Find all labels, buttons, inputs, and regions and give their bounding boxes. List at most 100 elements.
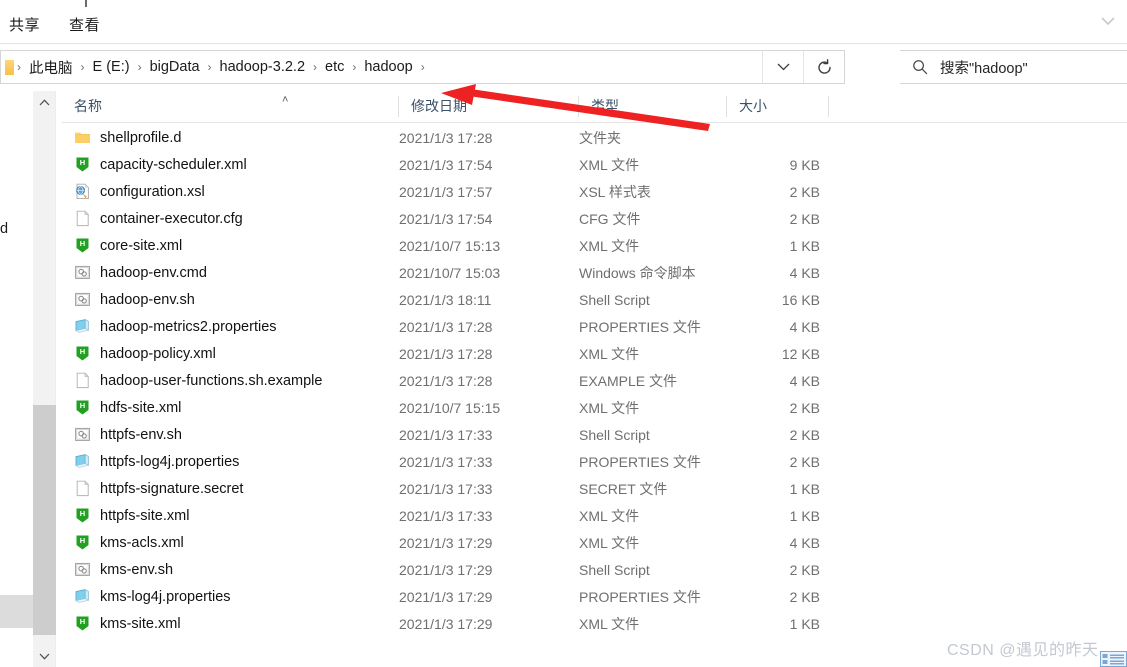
file-name-cell[interactable]: httpfs-env.sh <box>62 426 399 443</box>
file-row[interactable]: Hcore-site.xml 2021/10/7 15:13 XML 文件 1 KB <box>62 232 1127 259</box>
file-list[interactable]: shellprofile.d 2021/1/3 17:28 文件夹 Hcapacity… <box>62 124 1127 667</box>
history-dropdown-button[interactable] <box>763 51 803 83</box>
file-size-cell: 2 KB <box>789 561 820 578</box>
column-header-date-modified[interactable]: 修改日期 <box>399 91 579 122</box>
file-row[interactable]: hadoop-user-functions.sh.example 2021/1/3… <box>62 367 1127 394</box>
breadcrumb-this-pc[interactable]: 此电脑 <box>24 57 78 78</box>
navigation-pane-item-label[interactable]: d <box>0 221 8 237</box>
tab-share[interactable]: 共享 <box>9 14 40 35</box>
svg-text:H: H <box>80 536 85 545</box>
file-row[interactable]: hadoop-env.cmd 2021/10/7 15:03 Windows 命令脚… <box>62 259 1127 286</box>
file-name-label: httpfs-log4j.properties <box>100 453 240 470</box>
file-name-cell[interactable]: Hhadoop-policy.xml <box>62 345 399 362</box>
breadcrumb-hadoop[interactable]: hadoop <box>359 59 417 75</box>
file-name-cell[interactable]: httpfs-log4j.properties <box>62 453 399 470</box>
chevron-down-icon[interactable] <box>1097 12 1119 32</box>
file-type-cell: Shell Script <box>579 291 650 308</box>
file-row[interactable]: Hcapacity-scheduler.xml 2021/1/3 17:54 XML… <box>62 151 1127 178</box>
file-type-cell: XML 文件 <box>579 345 640 362</box>
file-name-cell[interactable]: hadoop-metrics2.properties <box>62 318 399 335</box>
file-row[interactable]: kms-env.sh 2021/1/3 17:29 Shell Script 2 KB <box>62 556 1127 583</box>
refresh-button[interactable] <box>804 51 844 83</box>
file-type-cell: PROPERTIES 文件 <box>579 453 701 470</box>
file-row[interactable]: Hkms-acls.xml 2021/1/3 17:29 XML 文件 4 KB <box>62 529 1127 556</box>
column-header-name[interactable]: 名称 ˄ <box>62 91 399 122</box>
file-name-cell[interactable]: kms-env.sh <box>62 561 399 578</box>
svg-text:H: H <box>80 617 85 626</box>
breadcrumb-separator: › <box>313 60 318 74</box>
svg-text:H: H <box>80 509 85 518</box>
properties-icon <box>74 453 91 470</box>
file-name-cell[interactable]: Hhttpfs-site.xml <box>62 507 399 524</box>
file-name-cell[interactable]: Hkms-acls.xml <box>62 534 399 551</box>
scrollbar-thumb[interactable] <box>33 405 56 635</box>
file-row[interactable]: Hhttpfs-site.xml 2021/1/3 17:33 XML 文件 1 KB <box>62 502 1127 529</box>
file-row[interactable]: Hkms-site.xml 2021/1/3 17:29 XML 文件 1 KB <box>62 610 1127 637</box>
file-name-cell[interactable]: Hcore-site.xml <box>62 237 399 254</box>
file-date-cell: 2021/1/3 18:11 <box>399 291 492 308</box>
file-row[interactable]: httpfs-log4j.properties 2021/1/3 17:33 PRO… <box>62 448 1127 475</box>
tab-view[interactable]: 查看 <box>69 14 100 35</box>
file-row[interactable]: httpfs-env.sh 2021/1/3 17:33 Shell Script 2… <box>62 421 1127 448</box>
file-name-cell[interactable]: Hhdfs-site.xml <box>62 399 399 416</box>
script-icon <box>74 291 91 308</box>
file-name-label: hadoop-metrics2.properties <box>100 318 277 335</box>
blank-document-icon <box>74 210 91 227</box>
file-date-cell: 2021/1/3 17:29 <box>399 588 493 605</box>
file-name-label: httpfs-site.xml <box>100 507 190 524</box>
file-name-cell[interactable]: container-executor.cfg <box>62 210 399 227</box>
address-bar[interactable]: › 此电脑 › E (E:) › bigData › hadoop-3.2.2 … <box>0 50 845 84</box>
file-name-cell[interactable]: shellprofile.d <box>62 129 399 146</box>
file-name-label: core-site.xml <box>100 237 183 254</box>
file-row[interactable]: Hhdfs-site.xml 2021/10/7 15:15 XML 文件 2 KB <box>62 394 1127 421</box>
file-date-cell: 2021/1/3 17:29 <box>399 534 493 551</box>
file-name-cell[interactable]: hadoop-env.cmd <box>62 264 399 281</box>
details-view-button[interactable] <box>1100 651 1127 667</box>
file-name-cell[interactable]: configuration.xsl <box>62 183 399 200</box>
sort-ascending-icon: ˄ <box>282 94 289 106</box>
script-icon <box>74 264 91 281</box>
scroll-down-arrow-icon[interactable] <box>33 645 56 667</box>
file-row[interactable]: kms-log4j.properties 2021/1/3 17:29 PROPER… <box>62 583 1127 610</box>
file-row[interactable]: Hhadoop-policy.xml 2021/1/3 17:28 XML 文件 12… <box>62 340 1127 367</box>
file-row[interactable]: configuration.xsl 2021/1/3 17:57 XSL 样式表 2 … <box>62 178 1127 205</box>
file-name-label: kms-env.sh <box>100 561 174 578</box>
breadcrumb-separator: › <box>80 60 85 74</box>
file-date-cell: 2021/1/3 17:29 <box>399 615 493 632</box>
breadcrumb-hadoop-322[interactable]: hadoop-3.2.2 <box>215 59 310 75</box>
folder-icon <box>5 59 14 75</box>
svg-text:H: H <box>80 401 85 410</box>
vertical-scrollbar[interactable] <box>33 91 56 667</box>
breadcrumb-bigdata[interactable]: bigData <box>145 59 205 75</box>
search-box[interactable]: 搜索"hadoop" <box>900 50 1127 84</box>
script-icon <box>74 561 91 578</box>
scroll-up-arrow-icon[interactable] <box>33 91 56 113</box>
file-name-cell[interactable]: kms-log4j.properties <box>62 588 399 605</box>
file-type-cell: XML 文件 <box>579 399 640 416</box>
file-size-cell: 9 KB <box>789 156 820 173</box>
file-name-cell[interactable]: hadoop-user-functions.sh.example <box>62 372 399 389</box>
column-header-size[interactable]: 大小 <box>727 91 829 122</box>
file-type-cell: Shell Script <box>579 561 650 578</box>
breadcrumb-etc[interactable]: etc <box>320 59 349 75</box>
file-name-cell[interactable]: hadoop-env.sh <box>62 291 399 308</box>
file-name-cell[interactable]: Hcapacity-scheduler.xml <box>62 156 399 173</box>
search-input[interactable]: 搜索"hadoop" <box>940 57 1028 78</box>
file-size-cell: 2 KB <box>789 453 820 470</box>
file-row[interactable]: container-executor.cfg 2021/1/3 17:54 CFG … <box>62 205 1127 232</box>
file-name-label: container-executor.cfg <box>100 210 243 227</box>
file-row[interactable]: hadoop-env.sh 2021/1/3 18:11 Shell Script 1… <box>62 286 1127 313</box>
breadcrumb-drive-e[interactable]: E (E:) <box>88 59 135 75</box>
navigation-pane[interactable]: d <box>0 91 33 667</box>
file-type-cell: Windows 命令脚本 <box>579 264 696 281</box>
column-header-type[interactable]: 类型 <box>579 91 727 122</box>
file-row[interactable]: httpfs-signature.secret 2021/1/3 17:33 SEC… <box>62 475 1127 502</box>
file-name-cell[interactable]: httpfs-signature.secret <box>62 480 399 497</box>
file-size-cell: 2 KB <box>789 210 820 227</box>
file-name-cell[interactable]: Hkms-site.xml <box>62 615 399 632</box>
file-name-label: configuration.xsl <box>100 183 205 200</box>
file-row[interactable]: shellprofile.d 2021/1/3 17:28 文件夹 <box>62 124 1127 151</box>
file-row[interactable]: hadoop-metrics2.properties 2021/1/3 17:28… <box>62 313 1127 340</box>
navigation-pane-selected-item[interactable] <box>0 595 33 628</box>
folder-icon <box>74 129 91 146</box>
